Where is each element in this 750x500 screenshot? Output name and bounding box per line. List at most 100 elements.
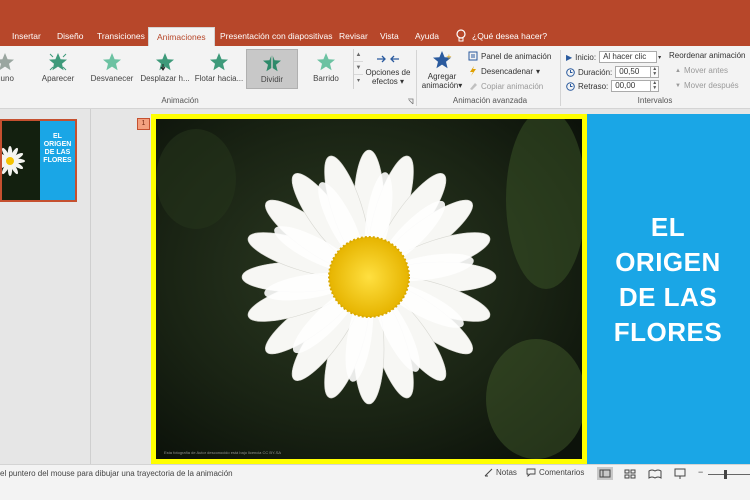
delay-value: 00,00 bbox=[615, 81, 636, 90]
status-hint: el puntero del mouse para dibujar una tr… bbox=[0, 469, 233, 478]
start-row: ▶ Inicio: Al hacer clic ▾ bbox=[566, 51, 661, 63]
trigger-button[interactable]: Desencadenar ▾ bbox=[468, 66, 540, 76]
duration-value: 00,50 bbox=[619, 67, 640, 76]
title-line-4: FLORES bbox=[613, 317, 723, 347]
tell-me-search[interactable]: ¿Qué desea hacer? bbox=[470, 27, 549, 46]
gallery-up-icon[interactable]: ▲ bbox=[354, 49, 363, 62]
move-later-label: Mover después bbox=[683, 81, 739, 90]
tab-ayuda[interactable]: Ayuda bbox=[413, 27, 441, 46]
paintbrush-icon bbox=[470, 83, 477, 90]
star-float-in-icon bbox=[210, 53, 228, 71]
animation-order-tag[interactable]: 1 bbox=[137, 118, 150, 130]
add-animation-label-1: Agregar bbox=[427, 72, 457, 81]
group-label-timing: Intervalos bbox=[637, 96, 673, 105]
anim-fade[interactable]: Desvanecer bbox=[88, 49, 136, 89]
notes-icon bbox=[484, 468, 493, 477]
tab-revisar[interactable]: Revisar bbox=[337, 27, 370, 46]
animation-pane-button[interactable]: Panel de animación bbox=[468, 51, 551, 61]
delay-row: Retraso: 00,00 ▲ ▼ bbox=[566, 80, 660, 92]
daisy-image bbox=[156, 119, 582, 459]
group-label-animation: Animación bbox=[161, 96, 199, 105]
add-animation-button[interactable]: + Agregar animación▾ bbox=[420, 50, 464, 90]
start-select[interactable]: Al hacer clic bbox=[599, 51, 658, 63]
slide-sorter-button[interactable] bbox=[622, 467, 638, 480]
trigger-label: Desencadenar bbox=[481, 66, 534, 76]
normal-view-button[interactable] bbox=[597, 467, 613, 480]
status-bar: el puntero del mouse para dibujar una tr… bbox=[0, 464, 750, 500]
photo-caption: Esta fotografía de Autor desconocido est… bbox=[164, 450, 282, 455]
comment-icon bbox=[526, 468, 536, 477]
anim-none[interactable]: guno bbox=[0, 49, 22, 89]
animation-pane-icon bbox=[468, 51, 478, 61]
reorder-title-label: Reordenar animación bbox=[669, 51, 746, 60]
delay-label: Retraso: bbox=[578, 81, 609, 91]
gallery-more-icon[interactable]: ▾ bbox=[354, 75, 363, 88]
copy-animation-button[interactable]: Copiar animación bbox=[468, 81, 543, 91]
comments-label: Comentarios bbox=[539, 468, 585, 477]
effect-options-button[interactable]: Opciones de efectos ▾ bbox=[364, 52, 412, 86]
slideshow-button[interactable] bbox=[672, 467, 688, 480]
start-select-value: Al hacer clic bbox=[603, 52, 647, 61]
workspace: EL ORIGEN DE LAS FLORES 1 Esta fotografí… bbox=[0, 109, 750, 464]
zoom-out-icon[interactable]: − bbox=[698, 467, 703, 477]
delay-input[interactable]: 00,00 bbox=[611, 80, 652, 92]
anim-wipe[interactable]: Barrido bbox=[304, 49, 348, 89]
daisy-photo[interactable]: Esta fotografía de Autor desconocido est… bbox=[151, 114, 587, 464]
duration-spinner[interactable]: ▲ ▼ bbox=[651, 66, 660, 78]
anim-appear[interactable]: Aparecer bbox=[38, 49, 78, 89]
duration-input[interactable]: 00,50 bbox=[615, 66, 652, 78]
title-bar bbox=[0, 0, 750, 24]
thumbnail-photo bbox=[2, 121, 40, 200]
anim-fade-label: Desvanecer bbox=[90, 74, 134, 83]
slide-sorter-icon bbox=[624, 469, 636, 479]
tab-diseno[interactable]: Diseño bbox=[55, 27, 85, 46]
tab-animaciones[interactable]: Animaciones bbox=[148, 27, 215, 46]
effect-options-label-2: efectos bbox=[371, 77, 398, 86]
zoom-slider[interactable] bbox=[708, 474, 750, 475]
tab-presentacion[interactable]: Presentación con diapositivas bbox=[218, 27, 334, 46]
gallery-down-icon[interactable]: ▼ bbox=[354, 62, 363, 75]
tab-vista[interactable]: Vista bbox=[378, 27, 401, 46]
duration-label: Duración: bbox=[578, 67, 613, 77]
gallery-scroll[interactable]: ▲ ▼ ▾ bbox=[353, 49, 363, 89]
chevron-down-icon[interactable]: ▾ bbox=[658, 54, 661, 61]
move-later-button[interactable]: ▼ Mover después bbox=[675, 81, 739, 90]
dialog-launcher-icon[interactable] bbox=[407, 98, 414, 105]
comments-button[interactable]: Comentarios bbox=[526, 468, 584, 477]
normal-view-icon bbox=[599, 469, 611, 478]
star-split-icon bbox=[263, 54, 281, 72]
slideshow-icon bbox=[674, 468, 686, 479]
thumbnail-daisy-image bbox=[2, 121, 40, 200]
notes-button[interactable]: Notas bbox=[484, 468, 517, 477]
move-earlier-button[interactable]: ▲ Mover antes bbox=[675, 66, 728, 75]
star-fly-in-icon bbox=[156, 53, 174, 71]
anim-float-in[interactable]: Flotar hacia... bbox=[194, 49, 244, 89]
effect-arrows-icon bbox=[377, 55, 399, 63]
duration-row: Duración: 00,50 ▲ ▼ bbox=[566, 66, 660, 78]
title-line-1: EL bbox=[650, 212, 686, 242]
tab-transiciones[interactable]: Transiciones bbox=[95, 27, 147, 46]
anim-wipe-label: Barrido bbox=[313, 74, 339, 83]
anim-split[interactable]: Dividir bbox=[246, 49, 298, 89]
title-line-3: DE LAS bbox=[618, 282, 718, 312]
anim-fly-in[interactable]: Desplazar h... bbox=[138, 49, 192, 89]
slide-thumbnail-1[interactable]: EL ORIGEN DE LAS FLORES bbox=[0, 119, 77, 202]
anim-fly-in-label: Desplazar h... bbox=[140, 74, 190, 83]
delay-spinner[interactable]: ▲ ▼ bbox=[651, 80, 660, 92]
svg-text:+: + bbox=[446, 53, 452, 61]
slide-canvas[interactable]: Esta fotografía de Autor desconocido est… bbox=[151, 114, 750, 464]
anim-none-label: guno bbox=[0, 74, 14, 83]
triangle-down-icon: ▼ bbox=[675, 82, 681, 89]
move-earlier-label: Mover antes bbox=[683, 66, 728, 75]
thumbnail-title: EL ORIGEN DE LAS FLORES bbox=[40, 121, 75, 200]
zoom-slider-thumb[interactable] bbox=[724, 470, 727, 479]
anim-appear-label: Aparecer bbox=[41, 74, 75, 83]
slide-title[interactable]: EL ORIGEN DE LAS FLORES bbox=[593, 210, 743, 350]
add-animation-label-2: animación bbox=[421, 81, 459, 90]
separator bbox=[416, 50, 417, 106]
separator bbox=[560, 50, 561, 106]
reading-view-button[interactable] bbox=[647, 467, 663, 480]
anim-split-label: Dividir bbox=[260, 75, 284, 84]
tab-insertar[interactable]: Insertar bbox=[10, 27, 43, 46]
ribbon-animations: guno Aparecer Desvanecer Desplazar h... … bbox=[0, 46, 750, 109]
